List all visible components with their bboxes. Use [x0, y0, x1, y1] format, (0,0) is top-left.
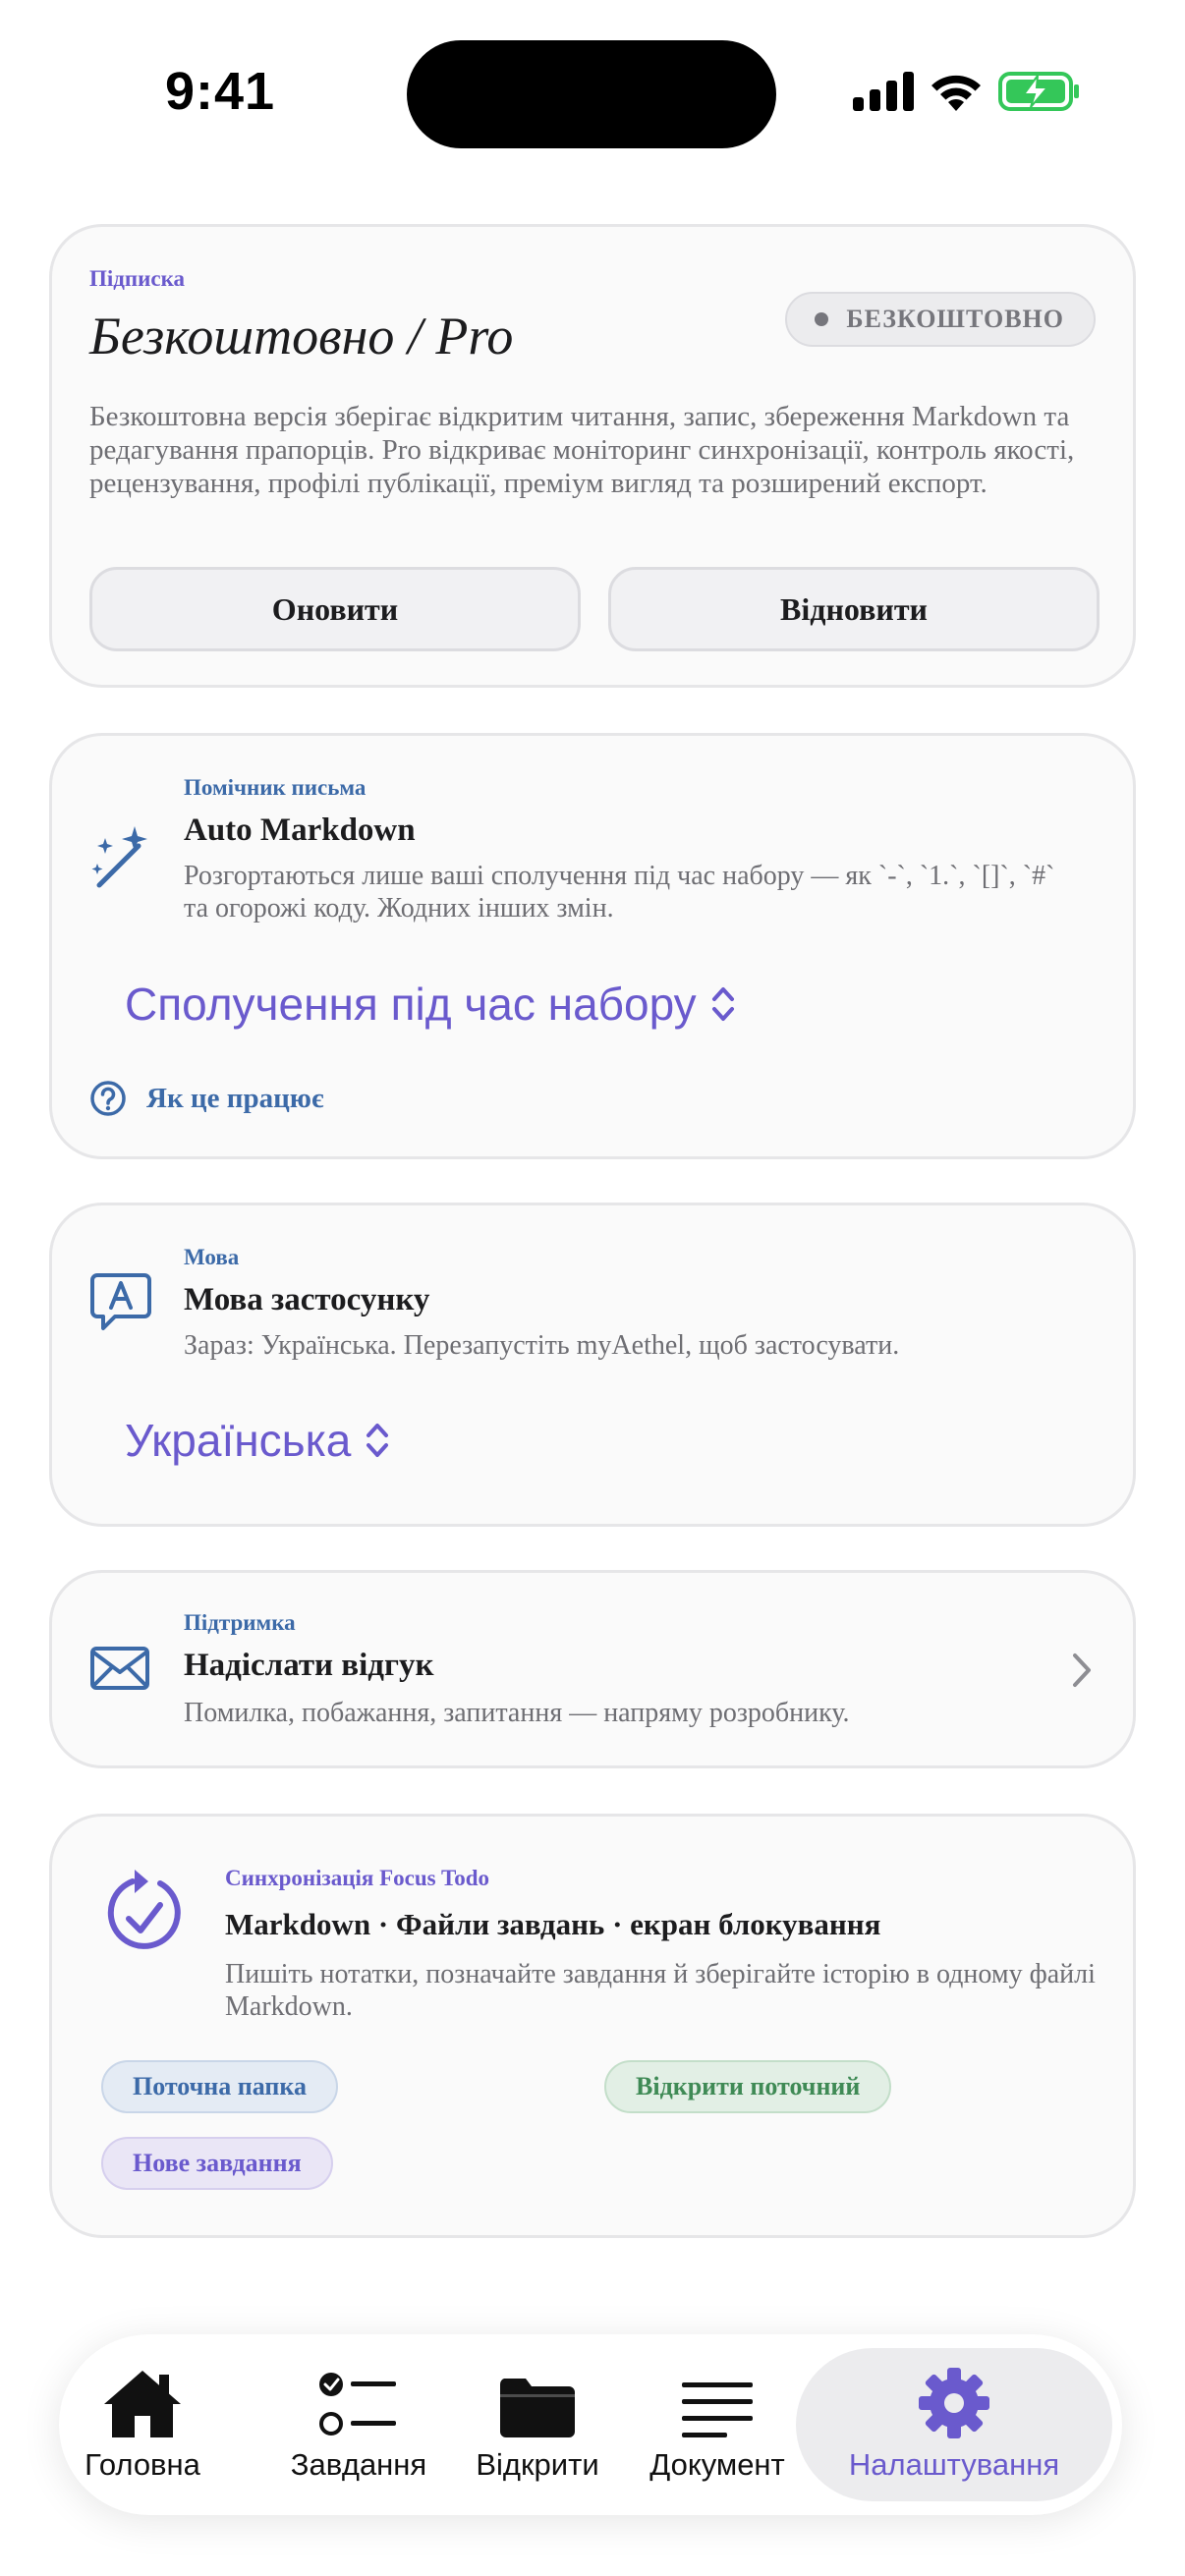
magic-wand-icon: [91, 826, 147, 888]
upgrade-button[interactable]: Оновити: [89, 567, 581, 651]
feedback-row[interactable]: Підтримка Надіслати відгук Помилка, поба…: [49, 1570, 1136, 1768]
plan-status-badge: БЕЗКОШТОВНО: [785, 292, 1096, 347]
tab-tasks-label: Завдання: [290, 2447, 427, 2482]
status-icons: [853, 71, 1081, 112]
writing-helper-eyebrow: Помічник письма: [184, 775, 367, 800]
chevron-right-icon: [1073, 1653, 1091, 1687]
gear-icon: [919, 2368, 989, 2438]
dynamic-island: [407, 40, 776, 148]
wifi-icon: [931, 75, 981, 111]
focus-todo-title: Markdown · Файли завдань · екран блокува…: [225, 1907, 881, 1941]
tab-home-label: Головна: [85, 2447, 200, 2482]
cellular-signal-icon: [853, 72, 914, 111]
current-folder-button[interactable]: Поточна папка: [101, 2060, 338, 2113]
tab-open-label: Відкрити: [476, 2447, 599, 2482]
folder-icon: [499, 2379, 575, 2437]
focus-todo-card: Синхронізація Focus Todo Markdown · Файл…: [49, 1814, 1136, 2238]
language-description: Зараз: Українська. Перезапустіть myAethe…: [184, 1330, 900, 1361]
tab-settings[interactable]: Налаштування: [796, 2334, 1112, 2515]
tab-bar: Головна Завдання Відкрити Документ Налаш…: [59, 2334, 1122, 2515]
chevron-up-down-icon: [367, 1424, 389, 1457]
writing-helper-description: Розгортаються лише ваші сполучення під ч…: [184, 861, 1055, 924]
support-title: Надіслати відгук: [184, 1648, 434, 1683]
focus-todo-eyebrow: Синхронізація Focus Todo: [225, 1866, 489, 1890]
focus-todo-description: Пишіть нотатки, позначайте завдання й зб…: [225, 1959, 1096, 2022]
plan-status-label: БЕЗКОШТОВНО: [846, 305, 1064, 333]
tab-tasks[interactable]: Завдання: [275, 2334, 442, 2515]
status-time: 9:41: [165, 62, 276, 121]
support-description: Помилка, побажання, запитання — напряму …: [184, 1698, 850, 1728]
open-current-button[interactable]: Відкрити поточний: [604, 2060, 892, 2113]
support-eyebrow: Підтримка: [184, 1610, 296, 1635]
subscription-eyebrow: Підписка: [89, 266, 186, 291]
status-dot-icon: [815, 312, 829, 326]
battery-charging-icon: [998, 72, 1079, 111]
new-task-button[interactable]: Нове завдання: [101, 2137, 333, 2190]
house-icon: [104, 2371, 181, 2437]
how-it-works-link[interactable]: Як це працює: [89, 1080, 323, 1117]
checklist-icon: [319, 2373, 396, 2436]
language-eyebrow: Мова: [184, 1245, 240, 1269]
text-lines-icon: [682, 2382, 753, 2437]
tab-open[interactable]: Відкрити: [464, 2334, 611, 2515]
restore-button[interactable]: Відновити: [608, 567, 1100, 651]
subscription-description: Безкоштовна версія зберігає відкритим чи…: [89, 401, 1075, 499]
auto-markdown-picker-value: Сполучення під час набору: [125, 979, 697, 1030]
language-title: Мова застосунку: [184, 1282, 430, 1317]
subscription-title: Безкоштовно / Pro: [89, 307, 514, 365]
sync-check-icon: [107, 1870, 181, 1949]
question-circle-icon: [90, 1081, 126, 1116]
tab-home[interactable]: Головна: [69, 2334, 216, 2515]
tab-document-label: Документ: [649, 2447, 785, 2482]
tab-settings-label: Налаштування: [848, 2447, 1060, 2482]
language-card: Мова Мова застосунку Зараз: Українська. …: [49, 1203, 1136, 1527]
chevron-up-down-icon: [711, 987, 734, 1021]
subscription-card: Підписка Безкоштовно / Pro БЕЗКОШТОВНО Б…: [49, 224, 1136, 688]
envelope-icon: [90, 1647, 149, 1690]
language-picker-value: Українська: [125, 1415, 352, 1466]
auto-markdown-picker[interactable]: Сполучення під час набору: [125, 978, 736, 1031]
translate-bubble-icon: [90, 1273, 151, 1330]
language-picker[interactable]: Українська: [125, 1414, 390, 1467]
writing-helper-title: Auto Markdown: [184, 812, 416, 848]
tab-document[interactable]: Документ: [639, 2334, 796, 2515]
how-it-works-label: Як це працює: [146, 1082, 324, 1114]
writing-helper-card: Помічник письма Auto Markdown Розгортают…: [49, 733, 1136, 1159]
